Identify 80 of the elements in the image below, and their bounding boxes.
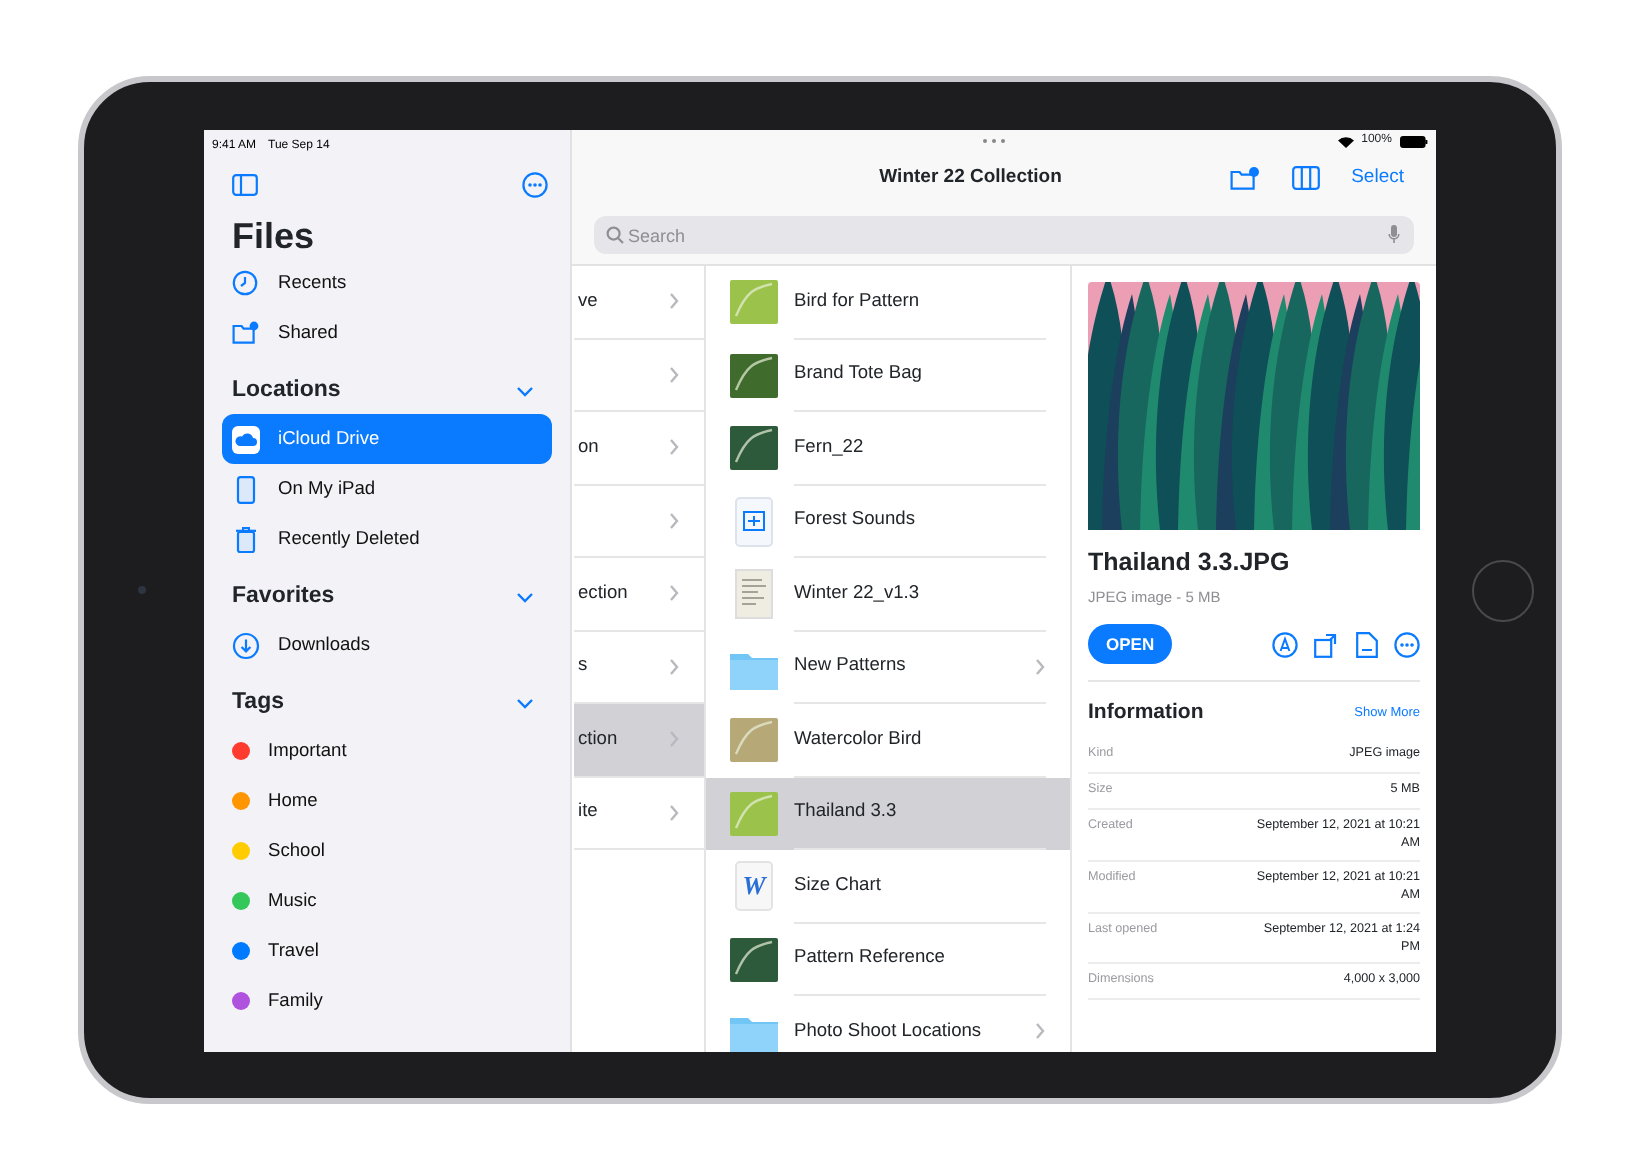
multitasking-dots-icon[interactable]: [982, 138, 1007, 144]
file-row[interactable]: Fern_22: [706, 412, 1070, 485]
file-row[interactable]: Bird for Pattern: [706, 266, 1070, 339]
sidebar-item[interactable]: Home: [204, 776, 570, 826]
image-thumbnail: [730, 276, 778, 329]
chevron-right-icon: [668, 803, 680, 822]
trash-icon: [232, 525, 260, 553]
folder-row[interactable]: ction: [574, 704, 704, 777]
chevron-right-icon: [668, 730, 680, 749]
clock-icon: [232, 269, 260, 297]
sidebar-item[interactable]: Important: [204, 726, 570, 776]
document-icon[interactable]: [1356, 631, 1378, 657]
shared-folder-icon: [232, 319, 260, 347]
more-icon[interactable]: [522, 171, 548, 197]
search-field[interactable]: Search: [594, 216, 1414, 254]
chevron-right-icon: [1034, 657, 1046, 676]
image-thumbnail: [730, 714, 778, 767]
battery-icon: [1399, 135, 1428, 147]
chevron-down-icon[interactable]: [516, 385, 534, 397]
sidebar-item[interactable]: Music: [204, 876, 570, 926]
image-thumbnail: [730, 787, 778, 840]
file-title: Thailand 3.3.JPG: [1088, 546, 1292, 580]
chevron-down-icon[interactable]: [516, 697, 534, 709]
section-title: Favorites: [232, 581, 335, 612]
file-row[interactable]: Thailand 3.3: [706, 777, 1070, 850]
chevron-right-icon: [1034, 1022, 1046, 1041]
sidebar-title: Files: [230, 214, 317, 258]
open-button[interactable]: OPEN: [1088, 624, 1173, 664]
share-icon[interactable]: [1314, 631, 1340, 657]
new-folder-icon[interactable]: [1229, 166, 1260, 190]
folder-row[interactable]: ite: [574, 777, 704, 850]
columns-icon[interactable]: [1291, 166, 1320, 190]
microphone-icon[interactable]: [1388, 224, 1400, 244]
sidebar-item[interactable]: iCloud Drive: [222, 414, 552, 464]
section-title: Locations: [232, 375, 341, 406]
cloud-icon: [232, 425, 260, 453]
file-row[interactable]: New Patterns: [706, 631, 1070, 704]
download-icon: [232, 631, 260, 659]
sidebar-item[interactable]: Recents: [204, 258, 570, 308]
chevron-right-icon: [668, 657, 680, 676]
chevron-right-icon: [668, 584, 680, 603]
sidebar-item[interactable]: Travel: [204, 926, 570, 976]
markup-icon[interactable]: [1272, 631, 1298, 657]
file-row[interactable]: Photo Shoot Locations: [706, 996, 1070, 1052]
sidebar-item[interactable]: Downloads: [204, 620, 570, 670]
audio-file-icon: [730, 495, 778, 548]
image-thumbnail: [730, 349, 778, 402]
camera-dot: [138, 586, 146, 594]
chevron-right-icon: [668, 511, 680, 530]
select-button[interactable]: Select: [1351, 163, 1404, 193]
file-row[interactable]: Pattern Reference: [706, 923, 1070, 996]
information-heading: Information: [1088, 698, 1204, 728]
chevron-down-icon[interactable]: [516, 591, 534, 603]
document-thumbnail: [730, 568, 778, 621]
file-row[interactable]: Forest Sounds: [706, 485, 1070, 558]
folder-row[interactable]: ection: [574, 558, 704, 631]
folder-row[interactable]: ve: [574, 266, 704, 339]
wifi-icon: [1337, 135, 1354, 147]
file-row[interactable]: Brand Tote Bag: [706, 339, 1070, 412]
folder-row[interactable]: on: [574, 412, 704, 485]
more-icon[interactable]: [1394, 631, 1420, 657]
sidebar-item[interactable]: School: [204, 826, 570, 876]
sidebar-item[interactable]: Recently Deleted: [204, 514, 570, 564]
chevron-right-icon: [668, 292, 680, 311]
image-thumbnail: [730, 933, 778, 986]
sidebar-toggle-icon[interactable]: [232, 173, 258, 195]
search-icon: [606, 226, 624, 244]
sidebar-item[interactable]: Family: [204, 976, 570, 1026]
section-title: Tags: [232, 687, 284, 718]
home-button[interactable]: [1472, 560, 1534, 622]
chevron-right-icon: [668, 365, 680, 384]
file-row[interactable]: W Size Chart: [706, 850, 1070, 923]
sidebar-item[interactable]: On My iPad: [204, 464, 570, 514]
sidebar-item[interactable]: Shared: [204, 308, 570, 358]
word-file-icon: W: [730, 860, 778, 913]
image-thumbnail: [730, 422, 778, 475]
tablet-icon: [232, 475, 260, 503]
file-row[interactable]: Winter 22_v1.3: [706, 558, 1070, 631]
folder-title: Winter 22 Collection: [877, 163, 1064, 192]
chevron-right-icon: [668, 438, 680, 457]
